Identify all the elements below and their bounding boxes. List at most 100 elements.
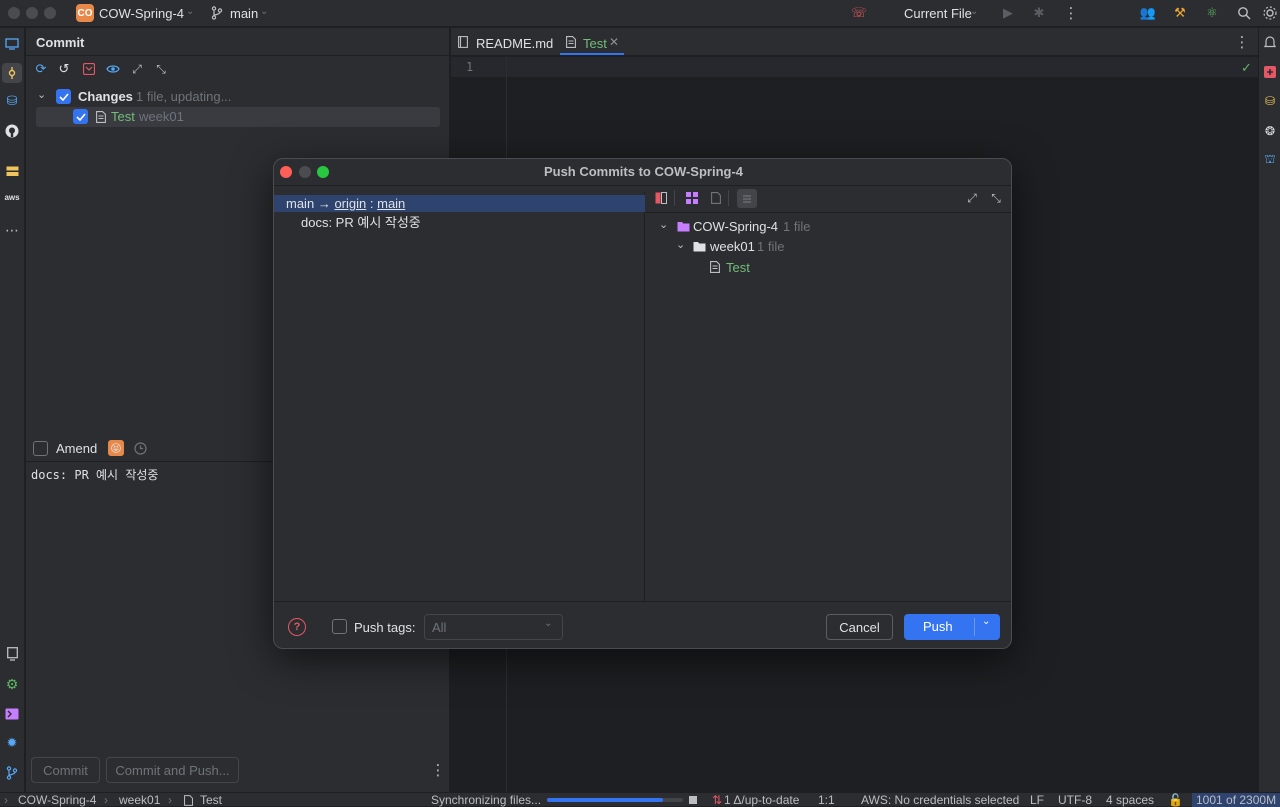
line-separator[interactable]: LF [1030,793,1044,807]
breadcrumb-project[interactable]: COW-Spring-4 [18,793,96,807]
chevron-down-icon: ⌄ [970,6,979,17]
shelve-icon[interactable] [82,62,96,76]
commit-button[interactable]: Commit [31,757,100,783]
pull-requests-icon[interactable]: ⛁ [3,92,21,110]
eye-icon[interactable] [106,62,120,76]
github-icon[interactable] [3,122,21,140]
more-options-icon[interactable]: ⋮ [1064,4,1079,22]
divider [728,190,729,206]
file-dir: week01 [139,109,184,124]
git-icon[interactable] [3,764,21,782]
file-icon [94,109,107,124]
vcs-arrows-icon: ⇅ [712,793,723,807]
todo-icon[interactable] [3,645,21,663]
chevron-down-icon[interactable]: ⌄ [676,238,685,251]
breadcrumb-folder[interactable]: week01 [119,793,160,807]
window-close-button[interactable] [8,7,20,19]
commit-row[interactable]: docs: PR 예시 작성중 [301,212,421,231]
collapse-all-icon[interactable]: ⤡ [989,191,1003,205]
terminal-icon[interactable] [3,705,21,723]
expand-all-icon[interactable]: ⤢ [130,62,144,76]
branch-icon [210,6,224,20]
commit-and-push-button[interactable]: Commit and Push... [106,757,239,783]
tab-readme[interactable]: README.md [476,36,553,51]
tree-root-meta: 1 file [783,219,811,234]
history-icon[interactable] [133,441,147,455]
push-tags-label: Push tags: [354,620,416,635]
chevron-down-icon[interactable]: ⌄ [982,616,990,627]
search-icon[interactable] [1236,5,1252,21]
tools-icon[interactable]: ⚒ [1172,5,1188,21]
vcs-status[interactable]: 1 Δ/up-to-date [724,793,799,807]
preview-toggle-icon[interactable] [737,189,757,208]
help-icon[interactable]: ? [288,618,306,636]
ai-icon[interactable]: ❂ [1262,123,1278,139]
remote-name-link[interactable]: origin [334,196,366,211]
run-icon[interactable]: ▶ [1001,5,1015,20]
file-encoding[interactable]: UTF-8 [1058,793,1092,807]
debug-icon[interactable]: ✱ [1032,5,1046,20]
changes-checkbox[interactable] [56,89,71,104]
ai-assistant-icon[interactable]: ⚛ [1204,5,1220,21]
diff-icon[interactable] [654,191,668,205]
push-button[interactable]: Push ⌄ [904,614,1000,640]
expand-all-icon[interactable]: ⤢ [965,191,979,205]
window-minimize-button[interactable] [26,7,38,19]
memory-indicator[interactable]: 1001 of 2300M [1192,793,1280,807]
notifications-icon[interactable] [1262,34,1278,50]
services-icon[interactable]: ⚙ [3,675,21,693]
chevron-down-icon[interactable]: ⌄ [37,88,46,101]
tree-root-name[interactable]: COW-Spring-4 [693,219,778,234]
aws-status[interactable]: AWS: No credentials selected [861,793,1019,807]
database-tool-icon[interactable]: ⛁ [1262,93,1278,109]
more-tools-icon[interactable]: ⋯ [3,221,21,239]
chevron-down-icon[interactable]: ⌄ [659,218,668,231]
collapse-all-icon[interactable]: ⤡ [154,62,168,76]
push-tags-value: All [432,620,447,635]
settings-icon[interactable] [1262,5,1278,21]
aws-icon[interactable]: aws [2,193,22,202]
active-tab-indicator [560,53,624,55]
stop-icon[interactable] [689,796,697,804]
tab-test[interactable]: Test [583,36,607,51]
commit-message-input[interactable]: docs: PR 예시 작성중 [31,466,158,483]
lock-icon[interactable]: 🔓 [1168,793,1183,807]
tree-folder-name[interactable]: week01 [710,239,755,254]
project-view-icon[interactable] [3,35,21,53]
problems-icon[interactable]: ✹ [3,734,21,752]
tree-file-name[interactable]: Test [726,260,750,275]
project-name[interactable]: COW-Spring-4 [99,6,184,21]
users-icon[interactable]: 👥 [1140,5,1156,21]
group-by-icon[interactable] [685,191,699,205]
emoji-icon[interactable]: 😝 [108,440,124,456]
file-icon [565,35,577,49]
more-options-icon[interactable]: ⋮ [1235,33,1250,51]
caret-position[interactable]: 1:1 [818,793,835,807]
split-divider [974,618,975,636]
close-tab-icon[interactable]: ✕ [609,35,619,49]
branch-name[interactable]: main [230,6,258,21]
breadcrumb-file[interactable]: Test [200,793,222,807]
rollback-icon[interactable]: ↺ [57,61,71,76]
commit-tool-icon[interactable] [2,63,22,83]
readme-file-icon [457,35,469,49]
push-tags-checkbox[interactable] [332,619,347,634]
run-config-selector[interactable]: Current File [904,6,972,21]
title-bar: CO COW-Spring-4 ⌄ main ⌄ ☏ Current File … [0,0,1280,27]
push-tags-dropdown[interactable]: All ⌄ [424,614,563,640]
refresh-icon[interactable]: ⟳ [34,61,48,76]
cancel-button[interactable]: Cancel [826,614,893,640]
amend-checkbox[interactable] [33,441,48,456]
project-badge[interactable]: CO [76,4,94,22]
file-view-icon[interactable] [709,191,723,205]
file-checkbox[interactable] [73,109,88,124]
more-options-icon[interactable]: ⋮ [431,761,446,779]
gradle-icon[interactable]: ⛫ [1262,152,1278,168]
sync-progress-fill [547,798,663,802]
phone-icon[interactable]: ☏ [851,5,867,21]
window-zoom-button[interactable] [44,7,56,19]
indent-setting[interactable]: 4 spaces [1106,793,1154,807]
database-icon[interactable] [3,162,21,180]
plugin-icon[interactable] [1262,64,1278,80]
remote-branch-link[interactable]: main [377,196,405,211]
